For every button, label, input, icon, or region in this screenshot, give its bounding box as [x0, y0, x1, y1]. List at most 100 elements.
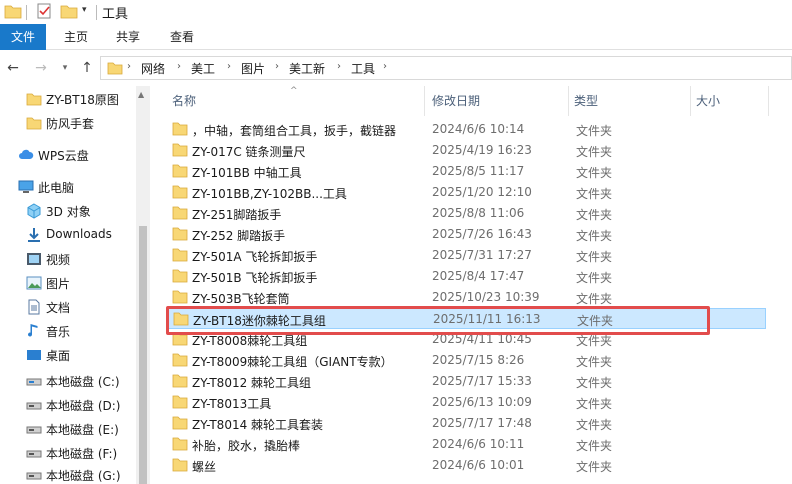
file-type: 文件夹 — [576, 271, 613, 285]
nav-item-zy-bt18[interactable]: ZY-BT18原图 — [0, 88, 150, 110]
new-folder-icon[interactable] — [60, 3, 78, 19]
recent-locations-chevron-icon[interactable]: ▾ — [56, 59, 74, 77]
nav-item-drive-d[interactable]: 本地磁盘 (D:) — [0, 394, 150, 416]
drive-icon — [26, 472, 42, 480]
breadcrumb-meigongxin[interactable]: 美工新 — [289, 60, 325, 77]
nav-item-music[interactable]: 音乐 — [0, 320, 150, 342]
folder-icon — [172, 374, 188, 388]
table-row[interactable]: ZY-503B飞轮套筒 2025/10/23 10:39 文件夹 — [166, 287, 766, 308]
nav-item-gloves[interactable]: 防风手套 — [0, 112, 150, 134]
file-date: 2025/7/26 16:43 — [432, 227, 532, 241]
file-type: 文件夹 — [576, 250, 613, 264]
table-row[interactable]: ，中轴，套筒组合工具，扳手，截链器 2024/6/6 10:14 文件夹 — [166, 119, 766, 140]
chevron-right-icon[interactable]: › — [177, 61, 181, 72]
file-date: 2025/4/11 10:45 — [432, 332, 532, 346]
navigation-bar: ← → ▾ ↑ › 网络 › 美工 › 图片 › 美工新 › 工具 › — [0, 50, 792, 86]
table-row[interactable]: ZY-T8012 棘轮工具组 2025/7/17 15:33 文件夹 — [166, 371, 766, 392]
file-name: ZY-501A 飞轮拆卸扳手 — [192, 250, 318, 264]
column-divider[interactable] — [424, 86, 425, 116]
breadcrumb-tools[interactable]: 工具 — [351, 60, 375, 77]
table-row[interactable]: ZY-T8009棘轮工具组（GIANT专款） 2025/7/15 8:26 文件夹 — [166, 350, 766, 371]
file-list: ^ 名称 修改日期 类型 大小 ，中轴，套筒组合工具，扳手，截链器 2024/6/… — [150, 86, 792, 484]
table-row[interactable]: ZY-T8008棘轮工具组 2025/4/11 10:45 文件夹 — [166, 329, 766, 350]
back-arrow-icon[interactable]: ← — [4, 59, 22, 77]
drive-icon — [26, 378, 42, 386]
nav-item-drive-g[interactable]: 本地磁盘 (G:) — [0, 464, 150, 484]
chevron-right-icon[interactable]: › — [275, 61, 279, 72]
file-list-scrollbar[interactable] — [770, 86, 792, 484]
nav-item-label: Downloads — [46, 227, 112, 241]
nav-item-videos[interactable]: 视频 — [0, 248, 150, 270]
nav-item-downloads[interactable]: Downloads — [0, 224, 150, 246]
file-name: ，中轴，套筒组合工具，扳手，截链器 — [192, 124, 397, 138]
nav-item-drive-e[interactable]: 本地磁盘 (E:) — [0, 418, 150, 440]
table-row[interactable]: ZY-251脚踏扳手 2025/8/8 11:06 文件夹 — [166, 203, 766, 224]
file-type: 文件夹 — [576, 166, 613, 180]
properties-icon[interactable] — [36, 3, 52, 19]
tab-share[interactable]: 共享 — [108, 24, 148, 50]
scrollbar-thumb[interactable] — [139, 226, 147, 484]
drive-icon — [26, 402, 42, 410]
tab-home[interactable]: 主页 — [56, 24, 96, 50]
navigation-pane-scrollbar[interactable]: ▲ — [136, 86, 150, 484]
column-divider[interactable] — [768, 86, 769, 116]
file-name: 螺丝 — [192, 460, 217, 474]
folder-icon — [172, 248, 188, 262]
chevron-right-icon[interactable]: › — [383, 61, 387, 72]
column-header-type[interactable]: 类型 — [574, 86, 684, 116]
breadcrumb-network[interactable]: 网络 — [141, 60, 165, 77]
nav-item-label: 此电脑 — [38, 181, 75, 195]
file-name: ZY-T8009棘轮工具组（GIANT专款） — [192, 355, 393, 369]
column-header-size[interactable]: 大小 — [696, 86, 766, 116]
up-arrow-icon[interactable]: ↑ — [78, 59, 96, 77]
chevron-right-icon[interactable]: › — [227, 61, 231, 72]
table-row[interactable]: ZY-T8014 棘轮工具套装 2025/7/17 17:48 文件夹 — [166, 413, 766, 434]
nav-item-label: 本地磁盘 (F:) — [46, 447, 118, 461]
file-date: 2025/4/19 16:23 — [432, 143, 532, 157]
nav-item-wps-cloud[interactable]: WPS云盘 — [0, 144, 150, 166]
column-header-date[interactable]: 修改日期 — [432, 86, 562, 116]
table-row[interactable]: ZY-T8013工具 2025/6/13 10:09 文件夹 — [166, 392, 766, 413]
folder-icon — [172, 206, 188, 220]
column-header-name[interactable]: 名称 — [172, 86, 422, 116]
file-date: 2025/6/13 10:09 — [432, 395, 532, 409]
column-divider[interactable] — [690, 86, 691, 116]
breadcrumb-pictures[interactable]: 图片 — [241, 60, 265, 77]
forward-arrow-icon[interactable]: → — [32, 59, 50, 77]
table-row[interactable]: ZY-501A 飞轮拆卸扳手 2025/7/31 17:27 文件夹 — [166, 245, 766, 266]
tab-file[interactable]: 文件 — [0, 24, 46, 50]
folder-icon — [172, 143, 188, 157]
nav-item-this-pc[interactable]: 此电脑 — [0, 176, 150, 198]
table-row[interactable]: 补胎，胶水，撬胎棒 2024/6/6 10:11 文件夹 — [166, 434, 766, 455]
address-bar[interactable]: › 网络 › 美工 › 图片 › 美工新 › 工具 › — [100, 56, 792, 80]
chevron-right-icon[interactable]: › — [337, 61, 341, 72]
table-row[interactable]: ZY-501B 飞轮拆卸扳手 2025/8/4 17:47 文件夹 — [166, 266, 766, 287]
table-row[interactable]: ZY-101BB 中轴工具 2025/8/5 11:17 文件夹 — [166, 161, 766, 182]
scroll-up-icon[interactable]: ▲ — [138, 90, 144, 99]
file-type: 文件夹 — [576, 124, 613, 138]
file-name: ZY-501B 飞轮拆卸扳手 — [192, 271, 318, 285]
nav-item-pictures[interactable]: 图片 — [0, 272, 150, 294]
file-name: ZY-251脚踏扳手 — [192, 208, 282, 222]
chevron-right-icon[interactable]: › — [127, 61, 131, 72]
breadcrumb-meigong[interactable]: 美工 — [191, 60, 215, 77]
file-date: 2024/6/6 10:11 — [432, 437, 525, 451]
nav-item-3d-objects[interactable]: 3D 对象 — [0, 200, 150, 222]
tab-view[interactable]: 查看 — [162, 24, 202, 50]
table-row-selected[interactable]: ZY-BT18迷你棘轮工具组 2025/11/11 16:13 文件夹 — [166, 308, 766, 329]
folder-icon[interactable] — [4, 3, 22, 19]
nav-item-desktop[interactable]: 桌面 — [0, 344, 150, 366]
nav-item-label: 音乐 — [46, 325, 71, 339]
quick-access-dropdown-icon[interactable]: ▾ — [82, 5, 87, 15]
table-row[interactable]: ZY-017C 链条测量尺 2025/4/19 16:23 文件夹 — [166, 140, 766, 161]
file-type: 文件夹 — [576, 397, 613, 411]
nav-item-drive-c[interactable]: 本地磁盘 (C:) — [0, 370, 150, 392]
nav-item-drive-f[interactable]: 本地磁盘 (F:) — [0, 442, 150, 464]
picture-icon — [26, 276, 42, 290]
table-row[interactable]: 螺丝 2024/6/6 10:01 文件夹 — [166, 455, 766, 476]
nav-item-documents[interactable]: 文档 — [0, 296, 150, 318]
column-divider[interactable] — [568, 86, 569, 116]
table-row[interactable]: ZY-101BB,ZY-102BB...工具 2025/1/20 12:10 文件夹 — [166, 182, 766, 203]
video-icon — [27, 253, 41, 265]
table-row[interactable]: ZY-252 脚踏扳手 2025/7/26 16:43 文件夹 — [166, 224, 766, 245]
